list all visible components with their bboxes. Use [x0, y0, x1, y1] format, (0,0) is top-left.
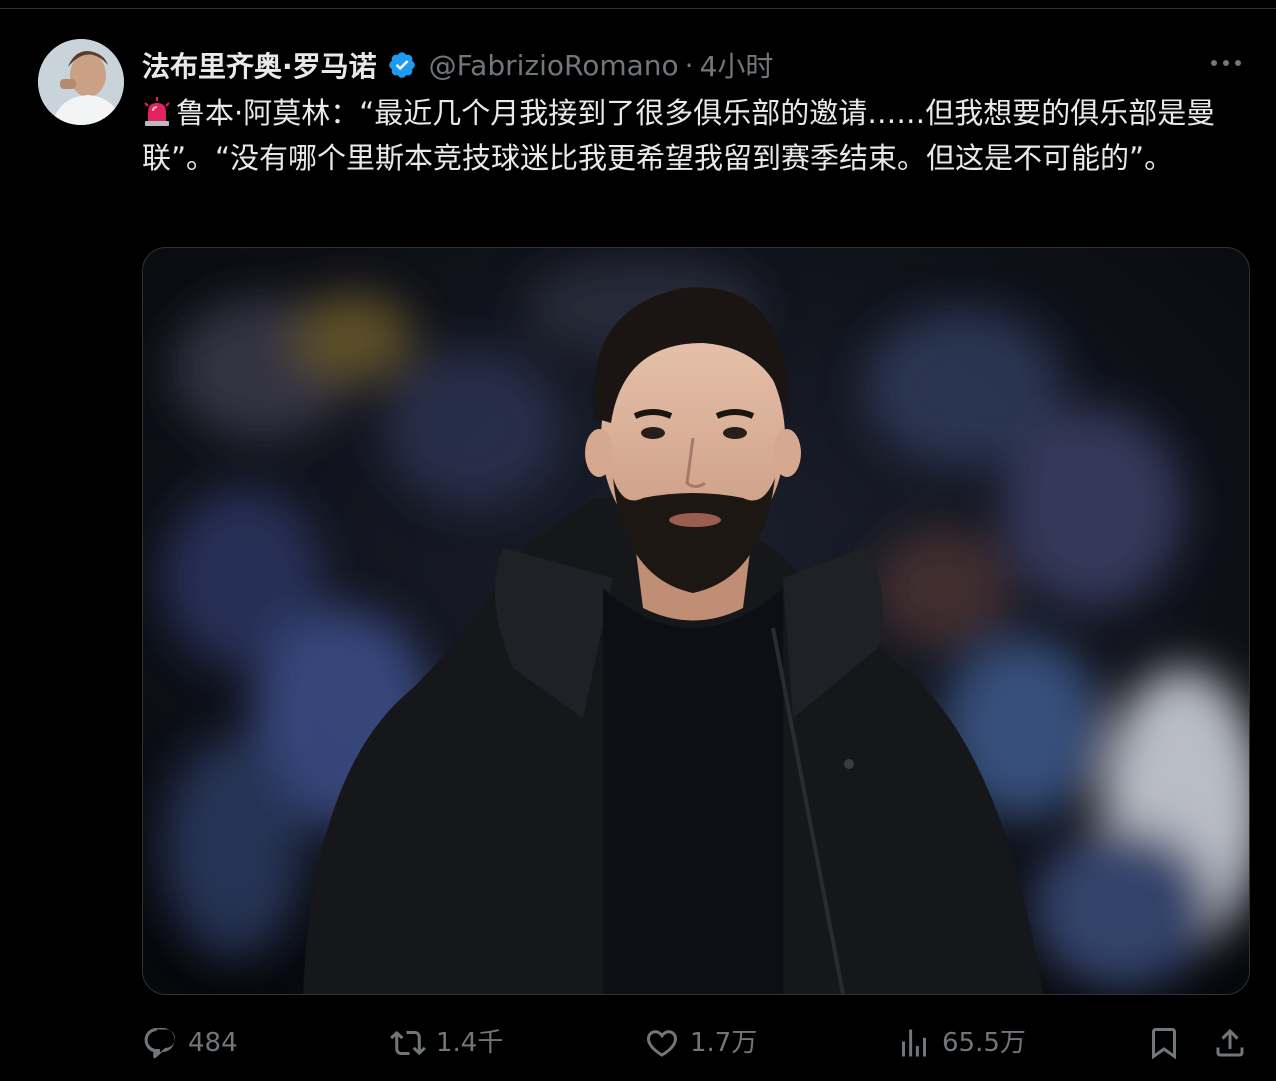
avatar[interactable]: [38, 39, 124, 125]
verified-badge-icon: [388, 52, 415, 78]
views-icon: [902, 1029, 926, 1057]
retweet-icon: [390, 1030, 426, 1056]
reply-count: 484: [188, 1028, 238, 1058]
retweet-count: 1.4千: [436, 1028, 504, 1058]
rotating-light-icon: [144, 97, 170, 126]
tweet[interactable]: 法布里齐奥·罗马诺 @FabrizioRomano · 4小时 鲁本·阿莫林：“…: [0, 8, 1276, 1081]
tweet-text: 鲁本·阿莫林：“最近几个月我接到了很多俱乐部的邀请……但我想要的俱乐部是曼联”。…: [142, 91, 1242, 181]
bookmark-button[interactable]: [1146, 1021, 1192, 1065]
timestamp[interactable]: 4小时: [700, 45, 774, 85]
bookmark-icon: [1152, 1028, 1176, 1060]
reply-icon: [144, 1028, 175, 1059]
tweet-text-content: 鲁本·阿莫林：“最近几个月我接到了很多俱乐部的邀请……但我想要的俱乐部是曼联”。…: [142, 96, 1216, 175]
views-button[interactable]: 65.5万: [896, 1021, 1026, 1065]
view-count: 65.5万: [942, 1028, 1026, 1058]
retweet-button[interactable]: 1.4千: [390, 1021, 503, 1065]
reply-button[interactable]: 484: [142, 1021, 238, 1065]
like-button[interactable]: 1.7万: [644, 1021, 757, 1065]
share-icon: [1216, 1028, 1244, 1057]
separator-dot: ·: [684, 48, 694, 82]
like-count: 1.7万: [690, 1028, 758, 1058]
more-icon[interactable]: [1206, 51, 1246, 75]
display-name[interactable]: 法布里齐奥·罗马诺: [142, 45, 377, 85]
handle[interactable]: @FabrizioRomano: [429, 49, 679, 82]
action-bar: 484 1.4千 1.7万 65.5万: [0, 1021, 1276, 1065]
share-button[interactable]: [1212, 1021, 1258, 1065]
tweet-photo[interactable]: [142, 247, 1250, 995]
heart-icon: [646, 1030, 678, 1057]
tweet-header: 法布里齐奥·罗马诺 @FabrizioRomano · 4小时: [142, 43, 773, 87]
